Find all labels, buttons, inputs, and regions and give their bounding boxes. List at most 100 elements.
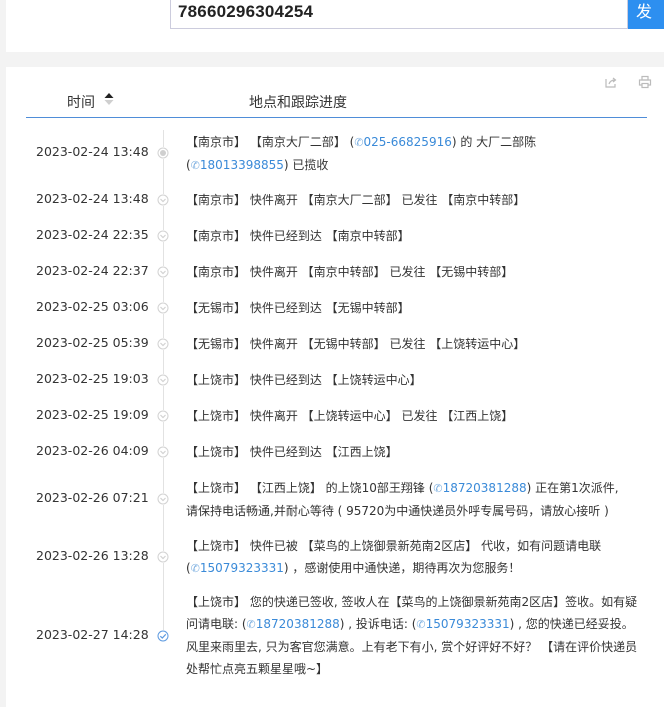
event-text: ) 已揽收 <box>283 157 329 172</box>
event-description: 【上饶市】 快件已经到达 【江西上饶】 <box>186 441 644 463</box>
tracking-event-row: 2023-02-26 04:09 【上饶市】 快件已经到达 【江西上饶】 <box>0 434 664 470</box>
event-text: 处帮忙点亮五颗星星哦~】 <box>186 662 329 676</box>
tracking-event-row: 2023-02-26 13:28 【上饶市】 快件已被 【菜鸟的上饶御景新苑南2区… <box>0 528 664 586</box>
event-description-line: (✆18013398855) 已揽收 <box>186 154 644 177</box>
event-description-line: 【南京市】 快件离开 【南京中转部】 已发往 【无锡中转部】 <box>186 261 644 283</box>
event-time: 2023-02-26 04:09 <box>36 443 149 458</box>
table-header: 时间 地点和跟踪进度 <box>26 83 647 118</box>
phone-icon: ✆ <box>190 561 200 575</box>
tracking-event-row: 2023-02-25 19:03 【上饶市】 快件已经到达 【上饶转运中心】 <box>0 362 664 398</box>
event-text: 【南京市】 【南京大厂二部】 ( <box>186 134 355 149</box>
event-time: 2023-02-24 22:35 <box>36 227 149 242</box>
phone-icon: ✆ <box>354 135 364 149</box>
chevron-down-icon <box>157 493 169 505</box>
event-description-line: 【南京市】 快件离开 【南京大厂二部】 已发往 【南京中转部】 <box>186 189 644 211</box>
tracking-event-row: 2023-02-24 22:37 【南京市】 快件离开 【南京中转部】 已发往 【… <box>0 254 664 290</box>
event-text: 【无锡市】 快件已经到达 【无锡中转部】 <box>186 300 410 315</box>
event-text: ) , 投诉电话: ( <box>339 617 417 631</box>
event-text: 风里来雨里去, 只为客官您满意。上有老下有小, 赏个好评好不好？ 【请在评价快递… <box>186 640 638 654</box>
chevron-down-icon <box>157 338 169 350</box>
tracking-event-row: 2023-02-25 03:06 【无锡市】 快件已经到达 【无锡中转部】 <box>0 290 664 326</box>
event-description: 【上饶市】 【江西上饶】 的上饶10部王翔锋 (✆18720381288) 正在… <box>186 477 644 522</box>
chevron-down-icon <box>157 410 169 422</box>
event-description-line: 风里来雨里去, 只为客官您满意。上有老下有小, 赏个好评好不好？ 【请在评价快递… <box>186 636 644 658</box>
event-text: 【上饶市】 快件已被 【菜鸟的上饶御景新苑南2区店】 代收，如有问题请电联 <box>186 538 602 553</box>
event-text: 【上饶市】 快件已经到达 【江西上饶】 <box>186 444 398 459</box>
event-description: 【上饶市】 您的快递已签收, 签收人在【菜鸟的上饶御景新苑南2区店】签收。如有疑… <box>186 591 644 680</box>
event-text: 【南京市】 快件离开 【南京中转部】 已发往 【无锡中转部】 <box>186 264 514 279</box>
query-button-label: 发 <box>636 2 653 21</box>
chevron-down-icon <box>157 266 169 278</box>
event-time: 2023-02-24 13:48 <box>36 191 149 206</box>
event-description-line: 处帮忙点亮五颗星星哦~】 <box>186 658 644 680</box>
event-time: 2023-02-25 03:06 <box>36 299 149 314</box>
event-description-line: 【上饶市】 您的快递已签收, 签收人在【菜鸟的上饶御景新苑南2区店】签收。如有疑 <box>186 591 644 613</box>
event-description: 【南京市】 【南京大厂二部】 (✆025-66825916) 的 大厂二部陈 (✆… <box>186 131 644 177</box>
event-description-line: 【上饶市】 【江西上饶】 的上饶10部王翔锋 (✆18720381288) 正在… <box>186 477 644 500</box>
phone-number-link[interactable]: 18720381288 <box>256 617 340 631</box>
sort-icon[interactable] <box>104 92 114 106</box>
event-text: 【南京市】 快件已经到达 【南京中转部】 <box>186 228 410 243</box>
event-text: ) , 您的快递已经妥投。 <box>509 617 634 631</box>
event-description: 【上饶市】 快件离开 【上饶转运中心】 已发往 【江西上饶】 <box>186 405 644 427</box>
phone-icon: ✆ <box>433 481 443 495</box>
tracking-event-row: 2023-02-24 22:35 【南京市】 快件已经到达 【南京中转部】 <box>0 218 664 254</box>
event-text: ) 的 大厂二部陈 <box>451 134 537 149</box>
event-text: 【上饶市】 快件已经到达 【上饶转运中心】 <box>186 372 422 387</box>
tracking-event-row: 2023-02-24 13:48 【南京市】 【南京大厂二部】 (✆025-668… <box>0 124 664 182</box>
event-text: ) ，感谢使用中通快递，期待再次为您服务！ <box>283 560 521 575</box>
chevron-down-icon <box>157 302 169 314</box>
event-description: 【上饶市】 快件已被 【菜鸟的上饶御景新苑南2区店】 代收，如有问题请电联 (✆1… <box>186 535 644 580</box>
event-time: 2023-02-25 05:39 <box>36 335 149 350</box>
event-description: 【无锡市】 快件离开 【无锡中转部】 已发往 【上饶转运中心】 <box>186 333 644 355</box>
phone-number-link[interactable]: 18013398855 <box>200 158 284 172</box>
chevron-down-icon <box>157 230 169 242</box>
tracking-event-row: 2023-02-27 14:28 【上饶市】 您的快递已签收, 签收人在【菜鸟的上… <box>0 586 664 686</box>
query-button[interactable]: 发 <box>628 0 664 29</box>
tracking-event-row: 2023-02-25 19:09 【上饶市】 快件离开 【上饶转运中心】 已发往 … <box>0 398 664 434</box>
event-text: 【上饶市】 您的快递已签收, 签收人在【菜鸟的上饶御景新苑南2区店】签收。如有疑 <box>186 595 638 609</box>
chevron-down-icon <box>157 446 169 458</box>
event-description-line: 【无锡市】 快件离开 【无锡中转部】 已发往 【上饶转运中心】 <box>186 333 644 355</box>
event-description-line: 请保持电话畅通,并耐心等待 ( 95720为中通快递员外呼专属号码，请放心接听 … <box>186 500 644 522</box>
event-time: 2023-02-24 22:37 <box>36 263 149 278</box>
tracking-number-value: 78660296304254 <box>178 2 314 21</box>
event-description-line: (✆15079323331) ，感谢使用中通快递，期待再次为您服务！ <box>186 557 644 580</box>
event-time: 2023-02-25 19:03 <box>36 371 149 386</box>
check-circle-icon <box>157 630 169 642</box>
event-text: 【上饶市】 快件离开 【上饶转运中心】 已发往 【江西上饶】 <box>186 408 514 423</box>
phone-icon: ✆ <box>246 618 256 631</box>
event-description-line: 【上饶市】 快件离开 【上饶转运中心】 已发往 【江西上饶】 <box>186 405 644 427</box>
event-description-line: 问请电联: (✆18720381288) , 投诉电话: (✆150793233… <box>186 613 644 636</box>
event-text: 请保持电话畅通,并耐心等待 ( 95720为中通快递员外呼专属号码，请放心接听 … <box>186 503 609 518</box>
event-text: 【南京市】 快件离开 【南京大厂二部】 已发往 【南京中转部】 <box>186 192 526 207</box>
phone-icon: ✆ <box>190 158 200 172</box>
chevron-down-icon <box>157 374 169 386</box>
event-description-line: 【上饶市】 快件已经到达 【上饶转运中心】 <box>186 369 644 391</box>
event-text: 【上饶市】 【江西上饶】 的上饶10部王翔锋 ( <box>186 480 434 495</box>
tracking-event-row: 2023-02-24 13:48 【南京市】 快件离开 【南京大厂二部】 已发往 … <box>0 182 664 218</box>
event-description: 【南京市】 快件已经到达 【南京中转部】 <box>186 225 644 247</box>
event-text: 【无锡市】 快件离开 【无锡中转部】 已发往 【上饶转运中心】 <box>186 336 526 351</box>
column-header-time[interactable]: 时间 <box>67 92 95 112</box>
tracking-number-input[interactable]: 78660296304254 <box>170 0 628 29</box>
event-time: 2023-02-26 07:21 <box>36 490 149 505</box>
event-description: 【无锡市】 快件已经到达 【无锡中转部】 <box>186 297 644 319</box>
phone-number-link[interactable]: 025-66825916 <box>364 135 452 149</box>
event-description: 【上饶市】 快件已经到达 【上饶转运中心】 <box>186 369 644 391</box>
dot-icon <box>157 147 169 159</box>
event-description: 【南京市】 快件离开 【南京中转部】 已发往 【无锡中转部】 <box>186 261 644 283</box>
phone-icon: ✆ <box>416 618 426 631</box>
event-time: 2023-02-25 19:09 <box>36 407 149 422</box>
chevron-down-icon <box>157 194 169 206</box>
column-header-place: 地点和跟踪进度 <box>249 95 347 111</box>
event-text: 问请电联: ( <box>186 617 247 631</box>
phone-number-link[interactable]: 15079323331 <box>426 617 510 631</box>
event-description-line: 【上饶市】 快件已经到达 【江西上饶】 <box>186 441 644 463</box>
event-time: 2023-02-26 13:28 <box>36 548 149 563</box>
event-description-line: 【南京市】 快件已经到达 【南京中转部】 <box>186 225 644 247</box>
tracking-event-row: 2023-02-26 07:21 【上饶市】 【江西上饶】 的上饶10部王翔锋 (… <box>0 470 664 528</box>
phone-number-link[interactable]: 15079323331 <box>200 561 284 575</box>
tracking-event-row: 2023-02-25 05:39 【无锡市】 快件离开 【无锡中转部】 已发往 【… <box>0 326 664 362</box>
phone-number-link[interactable]: 18720381288 <box>443 481 527 495</box>
